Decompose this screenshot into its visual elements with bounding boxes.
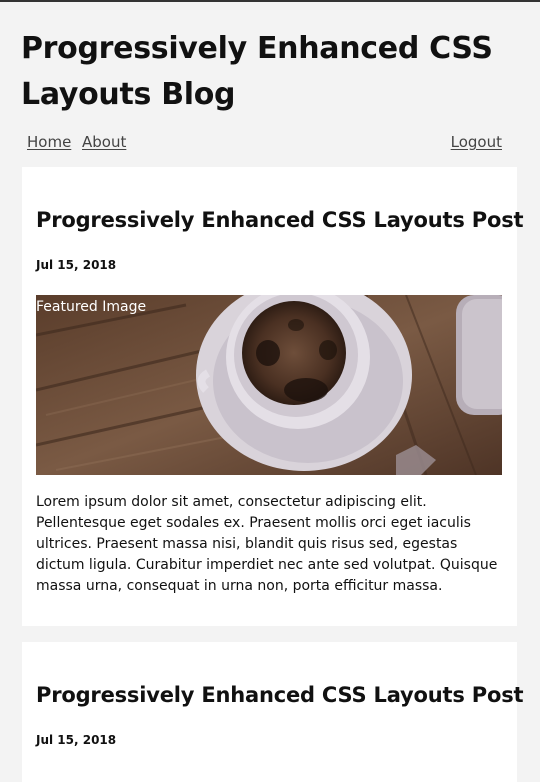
post-card: Progressively Enhanced CSS Layouts Post … <box>22 642 524 782</box>
site-title: Progressively Enhanced CSS Layouts Blog <box>21 31 493 112</box>
post-excerpt: Lorem ipsum dolor sit amet, consectetur … <box>36 494 498 594</box>
post-title[interactable]: Progressively Enhanced CSS Layouts Post <box>36 206 524 234</box>
featured-image-label: Featured Image <box>36 299 147 315</box>
nav-logout-link[interactable]: Logout <box>451 132 502 152</box>
post-date: Jul 15, 2018 <box>36 258 117 272</box>
nav-home-link[interactable]: Home <box>27 132 71 152</box>
post-date: Jul 15, 2018 <box>36 733 117 747</box>
coffee-cup-photo <box>36 295 502 475</box>
post-title[interactable]: Progressively Enhanced CSS Layouts Post <box>36 681 524 709</box>
post-card: Progressively Enhanced CSS Layouts Post … <box>22 167 524 626</box>
nav-about-link[interactable]: About <box>82 132 126 152</box>
featured-image: Featured Image <box>36 295 502 475</box>
